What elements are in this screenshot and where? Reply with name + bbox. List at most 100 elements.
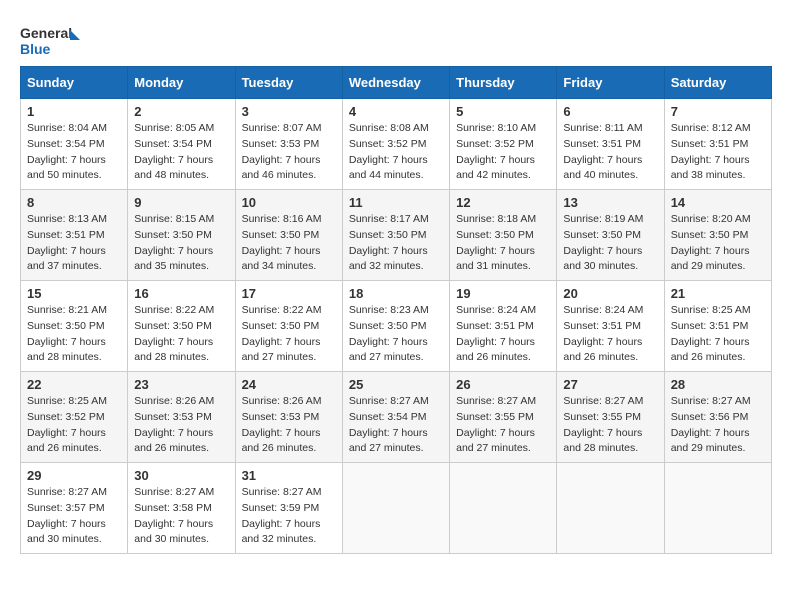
day-cell: 25 Sunrise: 8:27 AMSunset: 3:54 PMDayligh… (342, 372, 449, 463)
day-number: 14 (671, 195, 765, 210)
day-number: 13 (563, 195, 657, 210)
day-cell: 24 Sunrise: 8:26 AMSunset: 3:53 PMDayligh… (235, 372, 342, 463)
day-cell: 7 Sunrise: 8:12 AMSunset: 3:51 PMDaylight… (664, 99, 771, 190)
week-row-2: 8Sunrise: 8:13 AMSunset: 3:51 PMDaylight… (21, 190, 772, 281)
day-number: 18 (349, 286, 443, 301)
day-cell: 10 Sunrise: 8:16 AMSunset: 3:50 PMDayligh… (235, 190, 342, 281)
svg-text:General: General (20, 25, 72, 41)
day-info: Sunrise: 8:11 AMSunset: 3:51 PMDaylight:… (563, 121, 657, 184)
day-cell: 5 Sunrise: 8:10 AMSunset: 3:52 PMDaylight… (450, 99, 557, 190)
week-row-5: 29 Sunrise: 8:27 AMSunset: 3:57 PMDayligh… (21, 463, 772, 554)
day-number: 31 (242, 468, 336, 483)
day-cell: 21 Sunrise: 8:25 AMSunset: 3:51 PMDayligh… (664, 281, 771, 372)
header-wednesday: Wednesday (342, 67, 449, 99)
day-info: Sunrise: 8:27 AMSunset: 3:54 PMDaylight:… (349, 394, 443, 457)
calendar-table: SundayMondayTuesdayWednesdayThursdayFrid… (20, 66, 772, 554)
day-number: 19 (456, 286, 550, 301)
day-info: Sunrise: 8:12 AMSunset: 3:51 PMDaylight:… (671, 121, 765, 184)
day-info: Sunrise: 8:26 AMSunset: 3:53 PMDaylight:… (242, 394, 336, 457)
day-info: Sunrise: 8:27 AMSunset: 3:56 PMDaylight:… (671, 394, 765, 457)
day-cell: 26Sunrise: 8:27 AMSunset: 3:55 PMDayligh… (450, 372, 557, 463)
day-cell: 12 Sunrise: 8:18 AMSunset: 3:50 PMDayligh… (450, 190, 557, 281)
day-cell: 19 Sunrise: 8:24 AMSunset: 3:51 PMDayligh… (450, 281, 557, 372)
day-cell: 4 Sunrise: 8:08 AMSunset: 3:52 PMDaylight… (342, 99, 449, 190)
day-info: Sunrise: 8:08 AMSunset: 3:52 PMDaylight:… (349, 121, 443, 184)
day-info: Sunrise: 8:27 AMSunset: 3:57 PMDaylight:… (27, 485, 121, 548)
page-header: GeneralBlue (20, 20, 772, 60)
day-cell: 11 Sunrise: 8:17 AMSunset: 3:50 PMDayligh… (342, 190, 449, 281)
header-sunday: Sunday (21, 67, 128, 99)
day-info: Sunrise: 8:24 AMSunset: 3:51 PMDaylight:… (456, 303, 550, 366)
day-cell (664, 463, 771, 554)
day-cell: 3 Sunrise: 8:07 AMSunset: 3:53 PMDaylight… (235, 99, 342, 190)
day-number: 9 (134, 195, 228, 210)
day-cell (450, 463, 557, 554)
day-number: 1 (27, 104, 121, 119)
day-cell: 2 Sunrise: 8:05 AMSunset: 3:54 PMDaylight… (128, 99, 235, 190)
day-cell: 13 Sunrise: 8:19 AMSunset: 3:50 PMDayligh… (557, 190, 664, 281)
day-cell: 18 Sunrise: 8:23 AMSunset: 3:50 PMDayligh… (342, 281, 449, 372)
day-number: 4 (349, 104, 443, 119)
day-number: 11 (349, 195, 443, 210)
day-number: 17 (242, 286, 336, 301)
week-row-1: 1 Sunrise: 8:04 AMSunset: 3:54 PMDaylight… (21, 99, 772, 190)
day-cell: 28 Sunrise: 8:27 AMSunset: 3:56 PMDayligh… (664, 372, 771, 463)
day-info: Sunrise: 8:04 AMSunset: 3:54 PMDaylight:… (27, 121, 121, 184)
day-number: 2 (134, 104, 228, 119)
day-number: 3 (242, 104, 336, 119)
day-number: 6 (563, 104, 657, 119)
day-info: Sunrise: 8:16 AMSunset: 3:50 PMDaylight:… (242, 212, 336, 275)
day-info: Sunrise: 8:27 AMSunset: 3:58 PMDaylight:… (134, 485, 228, 548)
logo: GeneralBlue (20, 20, 80, 60)
day-number: 21 (671, 286, 765, 301)
day-number: 16 (134, 286, 228, 301)
day-cell: 20Sunrise: 8:24 AMSunset: 3:51 PMDayligh… (557, 281, 664, 372)
day-info: Sunrise: 8:22 AMSunset: 3:50 PMDaylight:… (242, 303, 336, 366)
day-number: 24 (242, 377, 336, 392)
day-info: Sunrise: 8:13 AMSunset: 3:51 PMDaylight:… (27, 212, 121, 275)
day-info: Sunrise: 8:26 AMSunset: 3:53 PMDaylight:… (134, 394, 228, 457)
day-info: Sunrise: 8:22 AMSunset: 3:50 PMDaylight:… (134, 303, 228, 366)
day-number: 23 (134, 377, 228, 392)
day-number: 22 (27, 377, 121, 392)
logo-icon: GeneralBlue (20, 20, 80, 60)
day-info: Sunrise: 8:18 AMSunset: 3:50 PMDaylight:… (456, 212, 550, 275)
header-thursday: Thursday (450, 67, 557, 99)
day-cell: 16 Sunrise: 8:22 AMSunset: 3:50 PMDayligh… (128, 281, 235, 372)
day-info: Sunrise: 8:21 AMSunset: 3:50 PMDaylight:… (27, 303, 121, 366)
day-info: Sunrise: 8:24 AMSunset: 3:51 PMDaylight:… (563, 303, 657, 366)
day-number: 26 (456, 377, 550, 392)
day-cell: 22Sunrise: 8:25 AMSunset: 3:52 PMDayligh… (21, 372, 128, 463)
day-info: Sunrise: 8:19 AMSunset: 3:50 PMDaylight:… (563, 212, 657, 275)
day-number: 7 (671, 104, 765, 119)
day-cell: 23 Sunrise: 8:26 AMSunset: 3:53 PMDayligh… (128, 372, 235, 463)
day-number: 27 (563, 377, 657, 392)
day-number: 29 (27, 468, 121, 483)
day-cell (557, 463, 664, 554)
day-number: 12 (456, 195, 550, 210)
svg-text:Blue: Blue (20, 41, 51, 57)
day-cell: 27Sunrise: 8:27 AMSunset: 3:55 PMDayligh… (557, 372, 664, 463)
day-info: Sunrise: 8:25 AMSunset: 3:51 PMDaylight:… (671, 303, 765, 366)
day-number: 25 (349, 377, 443, 392)
day-info: Sunrise: 8:17 AMSunset: 3:50 PMDaylight:… (349, 212, 443, 275)
day-info: Sunrise: 8:27 AMSunset: 3:59 PMDaylight:… (242, 485, 336, 548)
header-saturday: Saturday (664, 67, 771, 99)
week-row-3: 15Sunrise: 8:21 AMSunset: 3:50 PMDayligh… (21, 281, 772, 372)
day-number: 28 (671, 377, 765, 392)
day-cell (342, 463, 449, 554)
header-friday: Friday (557, 67, 664, 99)
day-info: Sunrise: 8:05 AMSunset: 3:54 PMDaylight:… (134, 121, 228, 184)
day-number: 10 (242, 195, 336, 210)
day-number: 5 (456, 104, 550, 119)
day-cell: 9Sunrise: 8:15 AMSunset: 3:50 PMDaylight… (128, 190, 235, 281)
day-info: Sunrise: 8:10 AMSunset: 3:52 PMDaylight:… (456, 121, 550, 184)
day-number: 30 (134, 468, 228, 483)
header-monday: Monday (128, 67, 235, 99)
day-cell: 31 Sunrise: 8:27 AMSunset: 3:59 PMDayligh… (235, 463, 342, 554)
day-cell: 14Sunrise: 8:20 AMSunset: 3:50 PMDayligh… (664, 190, 771, 281)
day-info: Sunrise: 8:07 AMSunset: 3:53 PMDaylight:… (242, 121, 336, 184)
day-info: Sunrise: 8:23 AMSunset: 3:50 PMDaylight:… (349, 303, 443, 366)
day-cell: 29 Sunrise: 8:27 AMSunset: 3:57 PMDayligh… (21, 463, 128, 554)
header-row: SundayMondayTuesdayWednesdayThursdayFrid… (21, 67, 772, 99)
